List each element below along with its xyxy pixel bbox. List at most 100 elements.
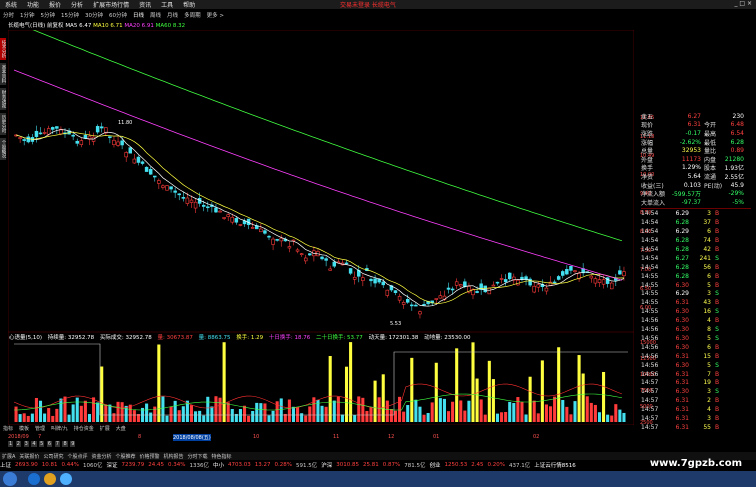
quote-value: -5%: [732, 198, 744, 206]
page-button[interactable]: 8: [62, 441, 68, 447]
quote-value: 32953: [681, 147, 701, 155]
volume-bar: [344, 366, 349, 422]
page-button[interactable]: 9: [70, 441, 76, 447]
quote-value: 1.29%: [681, 164, 701, 172]
start-button[interactable]: [3, 472, 17, 486]
menu-item-quote[interactable]: 报价: [49, 0, 61, 9]
page-button[interactable]: 5: [39, 441, 45, 447]
page-button[interactable]: 2: [15, 441, 21, 447]
window-controls[interactable]: _ □ ×: [734, 0, 752, 7]
menu-item-tools[interactable]: 工具: [161, 0, 173, 9]
candle-body: [140, 161, 145, 164]
candle-body: [157, 180, 161, 184]
candle-body: [116, 141, 120, 146]
volume-bar: [238, 408, 242, 422]
tick-time: 14:57: [641, 414, 659, 422]
volume-bar: [463, 410, 467, 422]
period-tab-15min[interactable]: 15分钟: [61, 11, 79, 19]
period-tab-week[interactable]: 周线: [150, 11, 161, 19]
period-tab-more[interactable]: 更多 >: [207, 11, 224, 19]
candle-body: [422, 303, 426, 306]
period-tab-60min[interactable]: 60分钟: [109, 11, 127, 19]
fn-recommend[interactable]: 个股推荐: [115, 453, 135, 460]
fn-special[interactable]: 特色指标: [212, 453, 232, 460]
fn-alert[interactable]: 价格预警: [140, 453, 160, 460]
volume-bar: [602, 371, 606, 422]
tick-row: 14:56 6.30 5 S: [641, 361, 751, 370]
tab-manage[interactable]: 管理: [35, 425, 45, 432]
candle-body: [271, 238, 275, 245]
page-button[interactable]: 1: [8, 441, 14, 447]
sidebar-tab-history[interactable]: 历史分时: [0, 113, 6, 135]
fn-extend[interactable]: 扩展A: [2, 453, 15, 460]
period-tab-day[interactable]: 日线: [133, 11, 144, 19]
fn-funds[interactable]: 资金分析: [91, 453, 111, 460]
menu-item-news[interactable]: 资讯: [139, 0, 151, 9]
period-tab-30min[interactable]: 30分钟: [85, 11, 103, 19]
volume-bar: [340, 414, 344, 422]
tab-indicator[interactable]: 指标: [3, 425, 13, 432]
tab-index[interactable]: 大盘: [116, 425, 126, 432]
fn-research[interactable]: 公司研究: [43, 453, 63, 460]
tick-price: 6.30: [675, 281, 689, 289]
tab-template[interactable]: 模板: [19, 425, 29, 432]
volume-bar: [528, 376, 532, 422]
volume-bar: [406, 405, 410, 422]
indicator-turnover10: 十日换手: 18.76: [268, 335, 311, 341]
tab-extend[interactable]: 扩展: [100, 425, 110, 432]
quote-value: 6.31: [687, 121, 701, 129]
sidebar-tab-basic[interactable]: 基本资料: [0, 63, 6, 85]
tick-row: 14:54 6.28 42 B: [641, 245, 751, 254]
menu-item-system[interactable]: 系统: [5, 0, 17, 9]
index-name: 创业: [429, 463, 441, 469]
tick-price: 6.28: [675, 237, 689, 245]
kline-chart[interactable]: 11.80 5.53: [8, 30, 634, 425]
page-button[interactable]: 4: [31, 441, 37, 447]
candle-body: [381, 281, 385, 286]
fn-download[interactable]: 分时下载: [188, 453, 208, 460]
menu-item-extended-market[interactable]: 扩展市场行情: [93, 0, 129, 9]
menu-item-analysis[interactable]: 分析: [71, 0, 83, 9]
tick-volume: 7: [707, 370, 711, 378]
candle-body: [536, 284, 541, 288]
period-tab-5min[interactable]: 5分钟: [41, 11, 56, 19]
tick-side: S: [715, 361, 719, 369]
quote-value: 6.28: [730, 138, 744, 146]
index-amount: 1060亿: [83, 463, 103, 469]
tab-funds[interactable]: 持仓资金: [74, 425, 94, 432]
indicator-name[interactable]: 心语量(5,10): [9, 335, 42, 341]
menu-item-help[interactable]: 帮助: [183, 0, 195, 9]
volume-bar: [287, 399, 291, 422]
folder-icon[interactable]: [44, 473, 56, 485]
page-button[interactable]: 3: [23, 441, 29, 447]
period-tab-multi[interactable]: 多周期: [184, 11, 201, 19]
ma-legend: 长缆电气(日线) 前复权 MA5 6.47 MA10 6.71 MA20 6.9…: [8, 21, 185, 29]
tick-price: 6.30: [675, 388, 689, 396]
fn-report[interactable]: 机构报告: [164, 453, 184, 460]
period-tab-intraday[interactable]: 分时: [3, 11, 14, 19]
sidebar-tab-finance[interactable]: 财务透视: [0, 88, 6, 110]
divider: [641, 207, 751, 209]
sidebar-tab-profile[interactable]: 个股概况: [0, 138, 6, 160]
tick-time: 14:56: [641, 317, 659, 325]
menu-item-function[interactable]: 功能: [27, 0, 39, 9]
browser-icon[interactable]: [60, 473, 72, 485]
page-button[interactable]: 6: [46, 441, 53, 447]
fn-review[interactable]: 个股点评: [67, 453, 87, 460]
quote-value: 21280: [724, 155, 744, 163]
tab-bid[interactable]: 叫牌/九: [51, 425, 68, 432]
fn-related[interactable]: 关联报价: [19, 453, 39, 460]
tick-volume: 15: [703, 352, 711, 360]
app-icon[interactable]: [28, 473, 40, 485]
candle-body: [593, 278, 598, 284]
volume-bar: [332, 400, 336, 422]
page-button[interactable]: 7: [54, 441, 60, 447]
volume-bar: [128, 404, 132, 422]
sidebar-tab-technical[interactable]: 技术分析: [0, 38, 6, 60]
volume-bar: [589, 402, 593, 422]
volume-bar: [606, 414, 610, 422]
volume-bar: [79, 405, 83, 422]
period-tab-month[interactable]: 月线: [167, 11, 178, 19]
period-tab-1min[interactable]: 1分钟: [20, 11, 35, 19]
candle-body: [128, 147, 133, 154]
